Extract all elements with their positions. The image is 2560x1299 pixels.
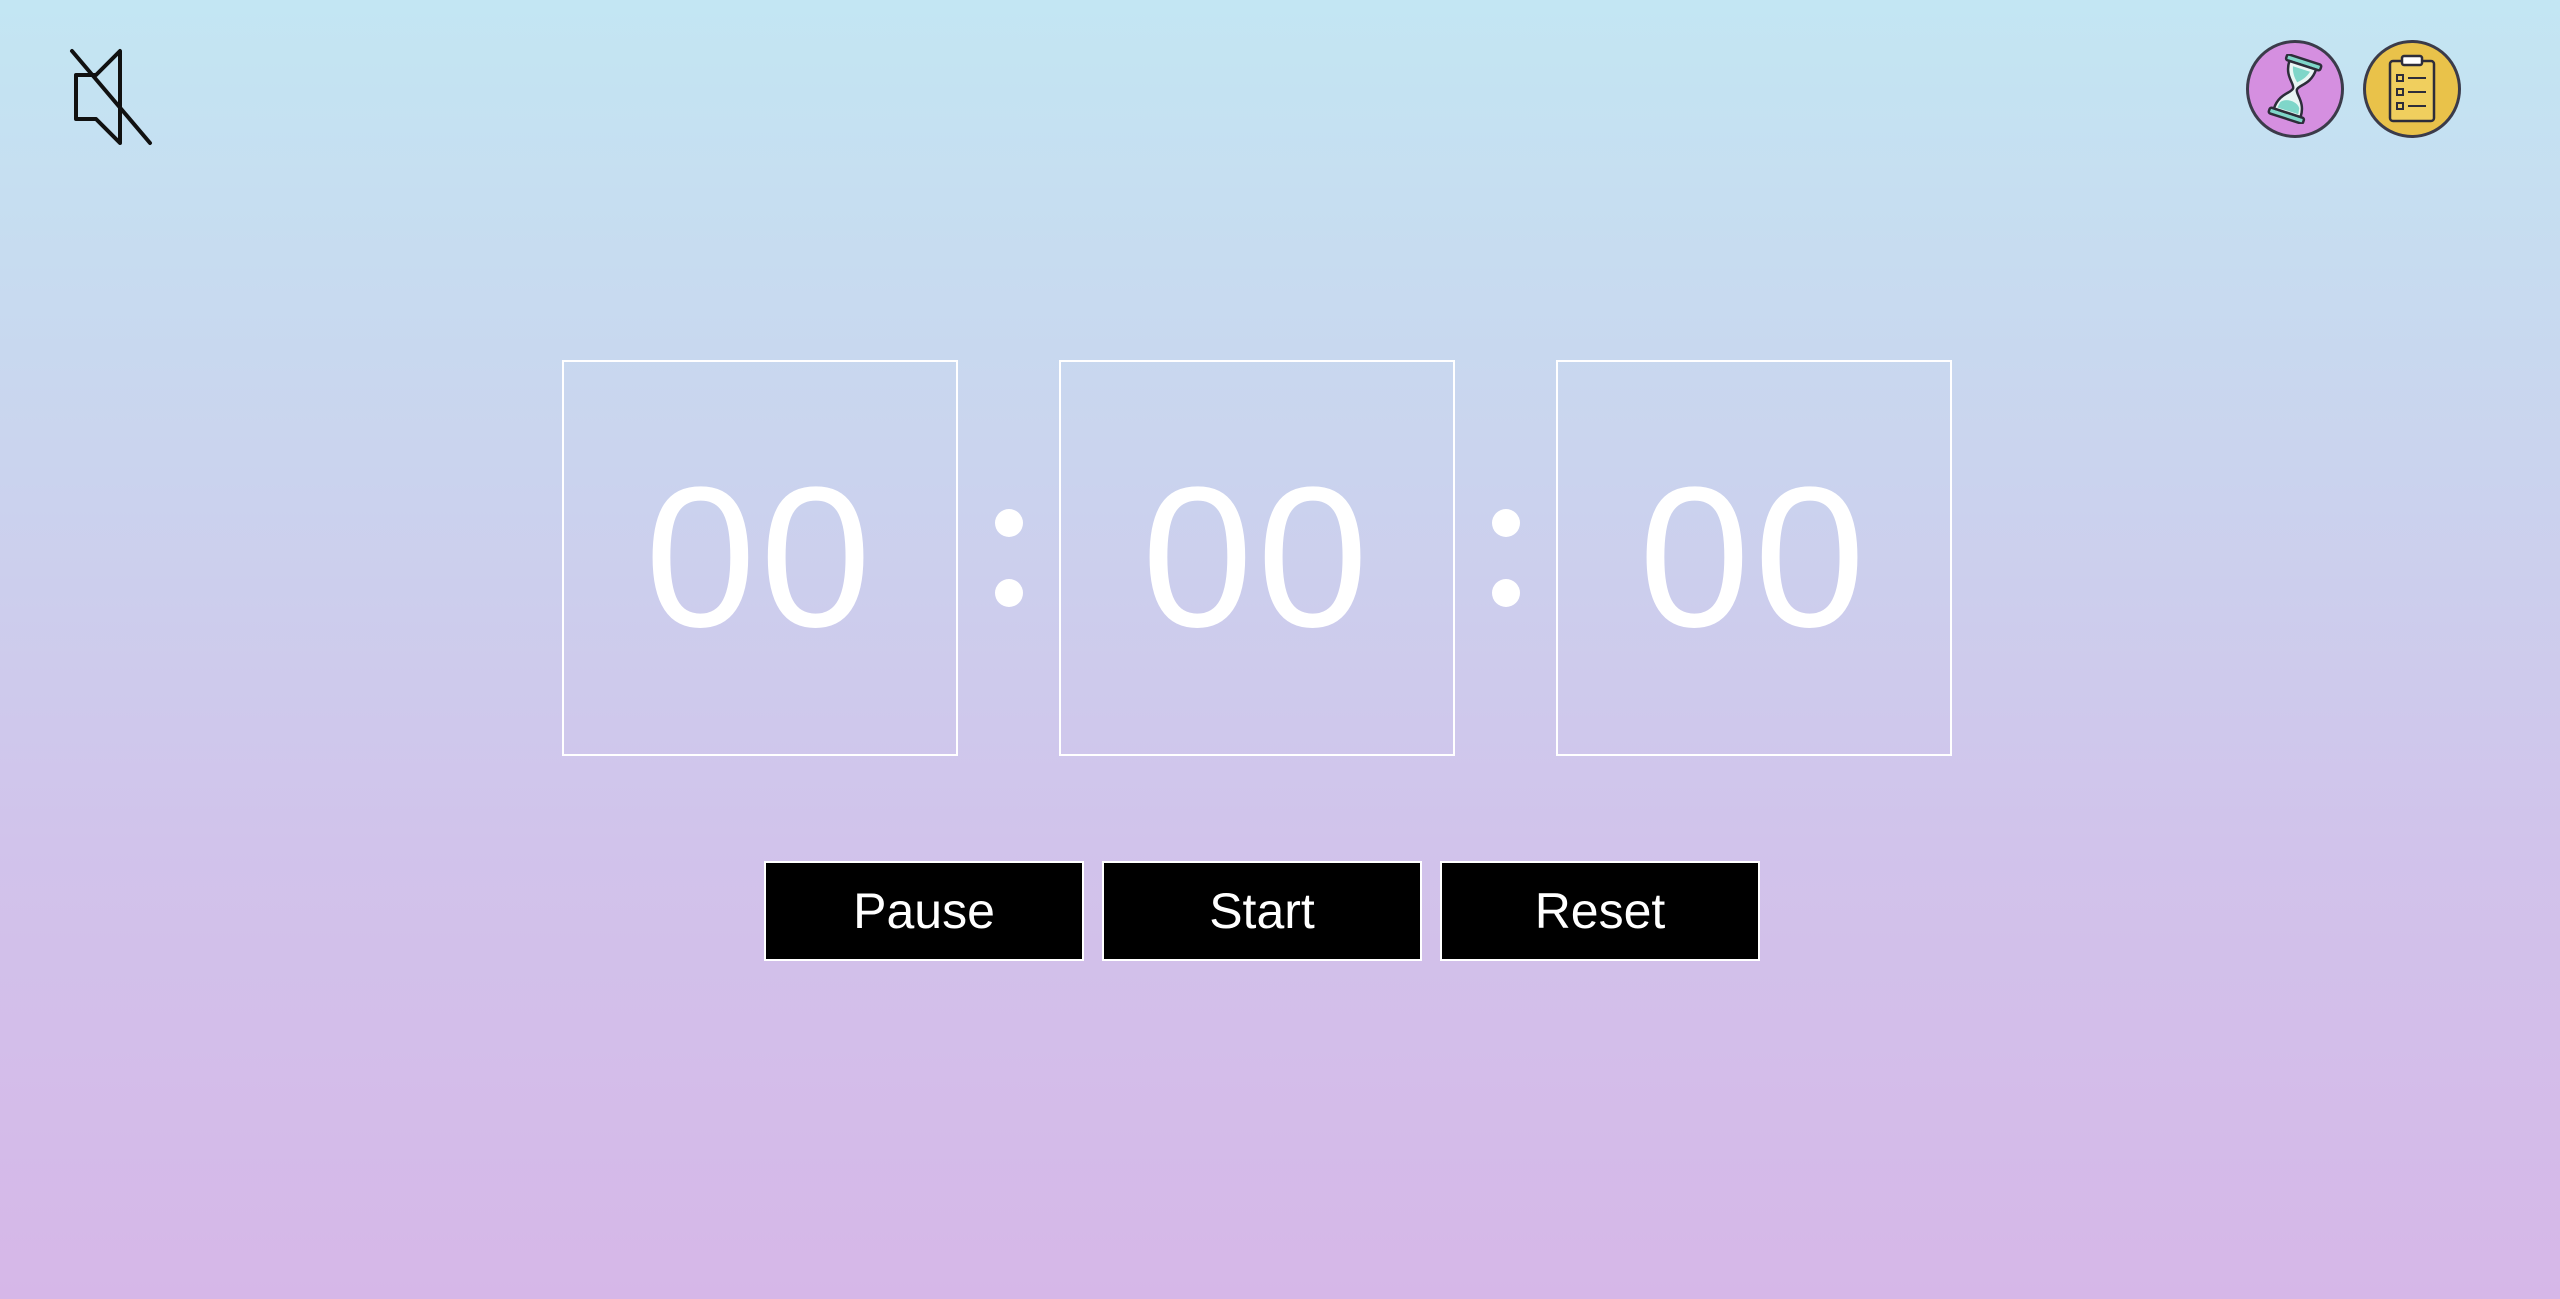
minutes-display[interactable]: 00 bbox=[1059, 360, 1455, 756]
hours-display[interactable]: 00 bbox=[562, 360, 958, 756]
mute-toggle-button[interactable] bbox=[68, 47, 154, 147]
colon-dot bbox=[994, 509, 1023, 537]
timer-mode-button[interactable] bbox=[2246, 40, 2344, 138]
time-separator bbox=[958, 360, 1059, 756]
clipboard-checklist-icon bbox=[2388, 54, 2436, 123]
hourglass-icon bbox=[2267, 54, 2323, 124]
colon-dot bbox=[1491, 579, 1520, 607]
tasks-button[interactable] bbox=[2363, 40, 2461, 138]
pause-button[interactable]: Pause bbox=[764, 861, 1084, 961]
seconds-display[interactable]: 00 bbox=[1556, 360, 1952, 756]
start-button[interactable]: Start bbox=[1102, 861, 1422, 961]
reset-button[interactable]: Reset bbox=[1440, 861, 1760, 961]
colon-dot bbox=[994, 579, 1023, 607]
countdown-display: 00 00 00 bbox=[562, 360, 1952, 756]
colon-dots bbox=[994, 509, 1023, 607]
time-separator bbox=[1455, 360, 1556, 756]
colon-dot bbox=[1491, 509, 1520, 537]
speaker-muted-icon bbox=[70, 49, 152, 145]
colon-dots bbox=[1491, 509, 1520, 607]
